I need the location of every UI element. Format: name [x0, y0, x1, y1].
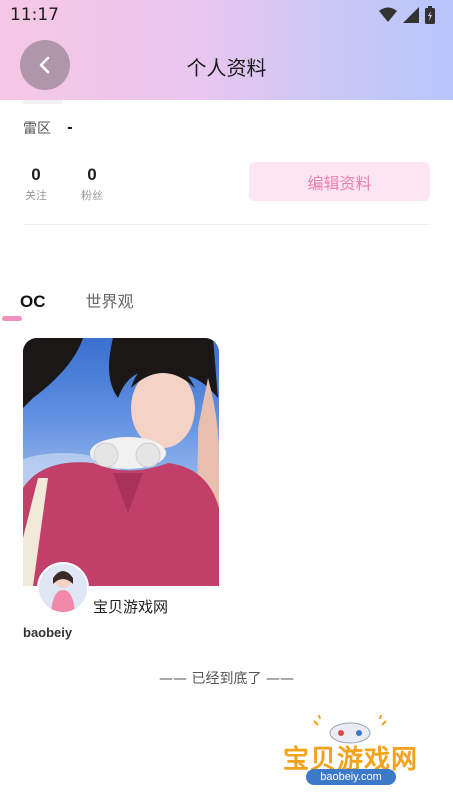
card-image[interactable]	[23, 338, 219, 586]
profile-stats: 0 关注 0 粉丝	[23, 165, 105, 203]
followers-stat[interactable]: 0 粉丝	[79, 165, 105, 203]
partially-hidden-row	[23, 100, 63, 104]
followers-count: 0	[87, 165, 97, 184]
header: 11:17 个人资料	[0, 0, 453, 100]
end-of-list-text: —— 已经到底了 ——	[159, 671, 294, 687]
card-username: baobeiy	[23, 625, 73, 640]
avatar-photo	[39, 564, 87, 612]
oc-card[interactable]: 宝贝游戏网 baobeiy	[23, 338, 219, 640]
status-bar: 11:17	[0, 0, 453, 30]
region-label: 雷区	[23, 121, 51, 137]
avatar[interactable]	[37, 562, 89, 614]
following-stat[interactable]: 0 关注	[23, 165, 49, 203]
signal-icon	[403, 7, 419, 23]
active-tab-indicator	[2, 316, 22, 321]
following-label: 关注	[25, 189, 47, 202]
tab-oc[interactable]: OC	[20, 292, 46, 312]
content-tabs: OC 世界观	[20, 288, 134, 312]
status-icons	[379, 6, 435, 24]
card-photo	[23, 338, 219, 586]
status-time: 11:17	[10, 5, 59, 25]
battery-icon	[425, 6, 435, 24]
edit-profile-button[interactable]: 编辑资料	[249, 162, 430, 201]
region-value: -	[67, 120, 73, 136]
region-row: 雷区 -	[23, 118, 73, 138]
page-title: 个人资料	[186, 56, 267, 80]
card-name: 宝贝游戏网	[93, 598, 169, 616]
following-count: 0	[31, 165, 41, 184]
watermark-url: baobeiy.com	[306, 769, 396, 785]
watermark-logo: 宝贝游戏网 baobeiy.com	[278, 715, 423, 800]
tab-worldview[interactable]: 世界观	[86, 288, 134, 312]
divider	[23, 224, 430, 225]
followers-label: 粉丝	[81, 189, 103, 202]
wifi-icon	[379, 7, 397, 22]
